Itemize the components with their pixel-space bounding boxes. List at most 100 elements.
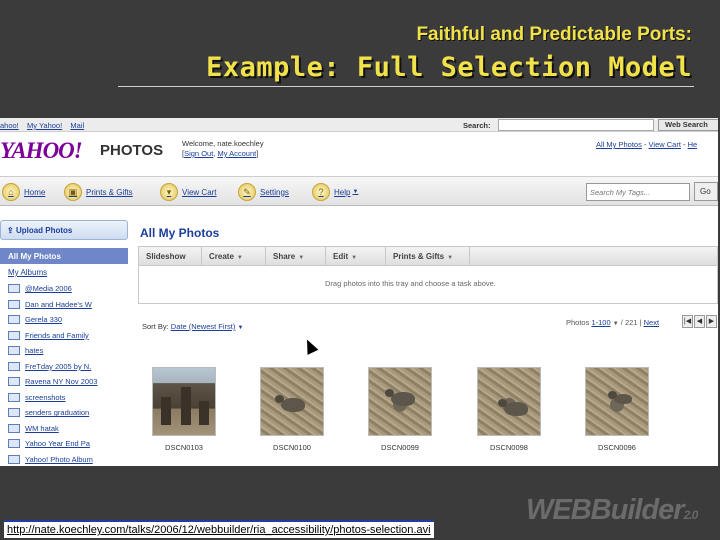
my-account-link[interactable]: My Account: [217, 149, 256, 158]
album-icon: [8, 392, 20, 402]
sort-control: Sort By: Date (Newest First) ▼: [142, 322, 244, 331]
yahoo-home-link[interactable]: ahoo!: [0, 121, 19, 130]
home-icon: ⌂: [2, 183, 20, 201]
action-tab-bar: Slideshow Create ▼ Share ▼ Edit ▼ Prints & …: [138, 246, 718, 266]
album-item[interactable]: FreTday 2005 by N.: [8, 359, 97, 375]
sidebar-item-all-photos[interactable]: All My Photos: [0, 248, 128, 264]
album-item[interactable]: WM hatak: [8, 421, 97, 437]
album-item[interactable]: Friends and Family: [8, 328, 97, 344]
next-page-button[interactable]: ▶: [706, 315, 717, 328]
chevron-down-icon: ▼: [236, 255, 243, 261]
help-icon: ?: [312, 183, 330, 201]
main-nav-bar: ⌂ Home ▣ Prints & Gifts ▾ View Cart ✎ Settin…: [0, 176, 718, 206]
photo-thumbnail[interactable]: [368, 367, 432, 436]
nav-prints-gifts[interactable]: ▣ Prints & Gifts: [64, 182, 133, 202]
tab-edit[interactable]: Edit ▼: [326, 247, 386, 265]
photo-caption: DSCN0103: [165, 443, 203, 452]
album-list: @Media 2006 Dan and Hadee's W Gerela 330…: [8, 281, 97, 466]
album-item[interactable]: @Media 2006: [8, 281, 97, 297]
web-search-input[interactable]: [498, 119, 654, 131]
pager-next-link[interactable]: Next: [644, 318, 659, 327]
album-item[interactable]: Dan and Hadee's W: [8, 297, 97, 313]
sign-out-link[interactable]: Sign Out: [184, 149, 213, 158]
mail-link[interactable]: Mail: [70, 121, 84, 130]
photo-thumbnail[interactable]: [477, 367, 541, 436]
chevron-down-icon: ▼: [447, 255, 454, 261]
photo-tray[interactable]: Drag photos into this tray and choose a …: [138, 266, 718, 304]
chevron-down-icon: ▼: [612, 321, 619, 327]
web-search-button[interactable]: Web Search: [658, 119, 718, 131]
welcome-block: Welcome, nate.koechley [Sign Out, My Acc…: [182, 139, 264, 158]
photo-caption: DSCN0099: [381, 443, 419, 452]
album-item[interactable]: Yahoo Year End Pa: [8, 436, 97, 452]
chevron-down-icon: ▼: [298, 255, 305, 261]
album-icon: [8, 423, 20, 433]
album-icon: [8, 299, 20, 309]
photo-thumbnail[interactable]: [152, 367, 216, 436]
album-icon: [8, 377, 20, 387]
tag-search-input[interactable]: Search My Tags...: [586, 183, 690, 201]
slide-title: Example: Full Selection Model: [206, 52, 692, 83]
nav-settings[interactable]: ✎ Settings: [238, 182, 289, 202]
webbuilder-logo: WEBBuilder2.0: [526, 494, 698, 526]
header-links: All My Photos - View Cart - He: [596, 140, 698, 149]
mouse-pointer-icon: [302, 338, 318, 354]
album-item[interactable]: hates: [8, 343, 97, 359]
my-yahoo-link[interactable]: My Yahoo!: [27, 121, 62, 130]
tab-prints-gifts[interactable]: Prints & Gifts ▼: [386, 247, 470, 265]
cart-icon: ▾: [160, 183, 178, 201]
photo-caption: DSCN0096: [598, 443, 636, 452]
tab-create[interactable]: Create ▼: [202, 247, 266, 265]
view-cart-link[interactable]: View Cart: [649, 140, 681, 149]
all-my-photos-link[interactable]: All My Photos: [596, 140, 642, 149]
album-icon: [8, 439, 20, 449]
yahoo-logo[interactable]: YAHOO!: [0, 138, 83, 164]
album-icon: [8, 454, 20, 464]
first-page-button[interactable]: |◀: [682, 315, 693, 328]
go-button[interactable]: Go: [694, 182, 718, 201]
album-icon: [8, 330, 20, 340]
chevron-down-icon: ▼: [237, 325, 244, 331]
page-title: All My Photos: [140, 226, 220, 240]
gift-icon: ▣: [64, 183, 82, 201]
nav-view-cart[interactable]: ▾ View Cart: [160, 182, 217, 202]
album-item[interactable]: Gerela 330: [8, 312, 97, 328]
video-url-link[interactable]: http://nate.koechley.com/talks/2006/12/w…: [4, 520, 434, 538]
photo-caption: DSCN0100: [273, 443, 311, 452]
nav-home[interactable]: ⌂ Home: [2, 182, 45, 202]
pager-range-select[interactable]: 1-100: [591, 318, 610, 327]
tray-hint: Drag photos into this tray and choose a …: [325, 279, 496, 288]
chevron-down-icon: ▼: [351, 255, 358, 261]
previous-page-button[interactable]: ◀: [694, 315, 705, 328]
product-name: PHOTOS: [100, 142, 164, 159]
photo-caption: DSCN0098: [490, 443, 528, 452]
title-rule: [118, 86, 694, 87]
tab-share[interactable]: Share ▼: [266, 247, 326, 265]
photo-thumbnail[interactable]: [585, 367, 649, 436]
upload-photos-button[interactable]: ⇪ Upload Photos: [0, 220, 128, 240]
photo-thumbnail[interactable]: [260, 367, 324, 436]
nav-help[interactable]: ? Help ▼: [312, 182, 358, 202]
album-item[interactable]: Ravena NY Nov 2003: [8, 374, 97, 390]
upload-icon: ⇪: [7, 226, 14, 235]
album-item[interactable]: screenshots: [8, 390, 97, 406]
sidebar-my-albums[interactable]: My Albums: [8, 268, 47, 277]
wrench-icon: ✎: [238, 183, 256, 201]
video-url[interactable]: http://nate.koechley.com/talks/2006/12/w…: [7, 524, 431, 536]
album-icon: [8, 361, 20, 371]
welcome-text: Welcome, nate.koechley: [182, 139, 264, 148]
slide-supertitle: Faithful and Predictable Ports:: [416, 24, 692, 45]
album-icon: [8, 315, 20, 325]
chevron-down-icon: ▼: [352, 189, 359, 195]
album-item[interactable]: senders graduation: [8, 405, 97, 421]
yahoo-top-bar: ahoo! My Yahoo! Mail Search: Web Search: [0, 118, 718, 132]
web-search-label: Search:: [463, 121, 491, 130]
pager: Photos 1-100 ▼ / 221 | Next: [566, 318, 660, 327]
album-item[interactable]: Yahoo! Photo Album: [8, 452, 97, 467]
help-link[interactable]: He: [688, 140, 698, 149]
album-icon: [8, 346, 20, 356]
sort-select[interactable]: Date (Newest First): [171, 322, 236, 331]
tab-slideshow[interactable]: Slideshow: [139, 247, 202, 265]
album-icon: [8, 408, 20, 418]
album-icon: [8, 284, 20, 294]
